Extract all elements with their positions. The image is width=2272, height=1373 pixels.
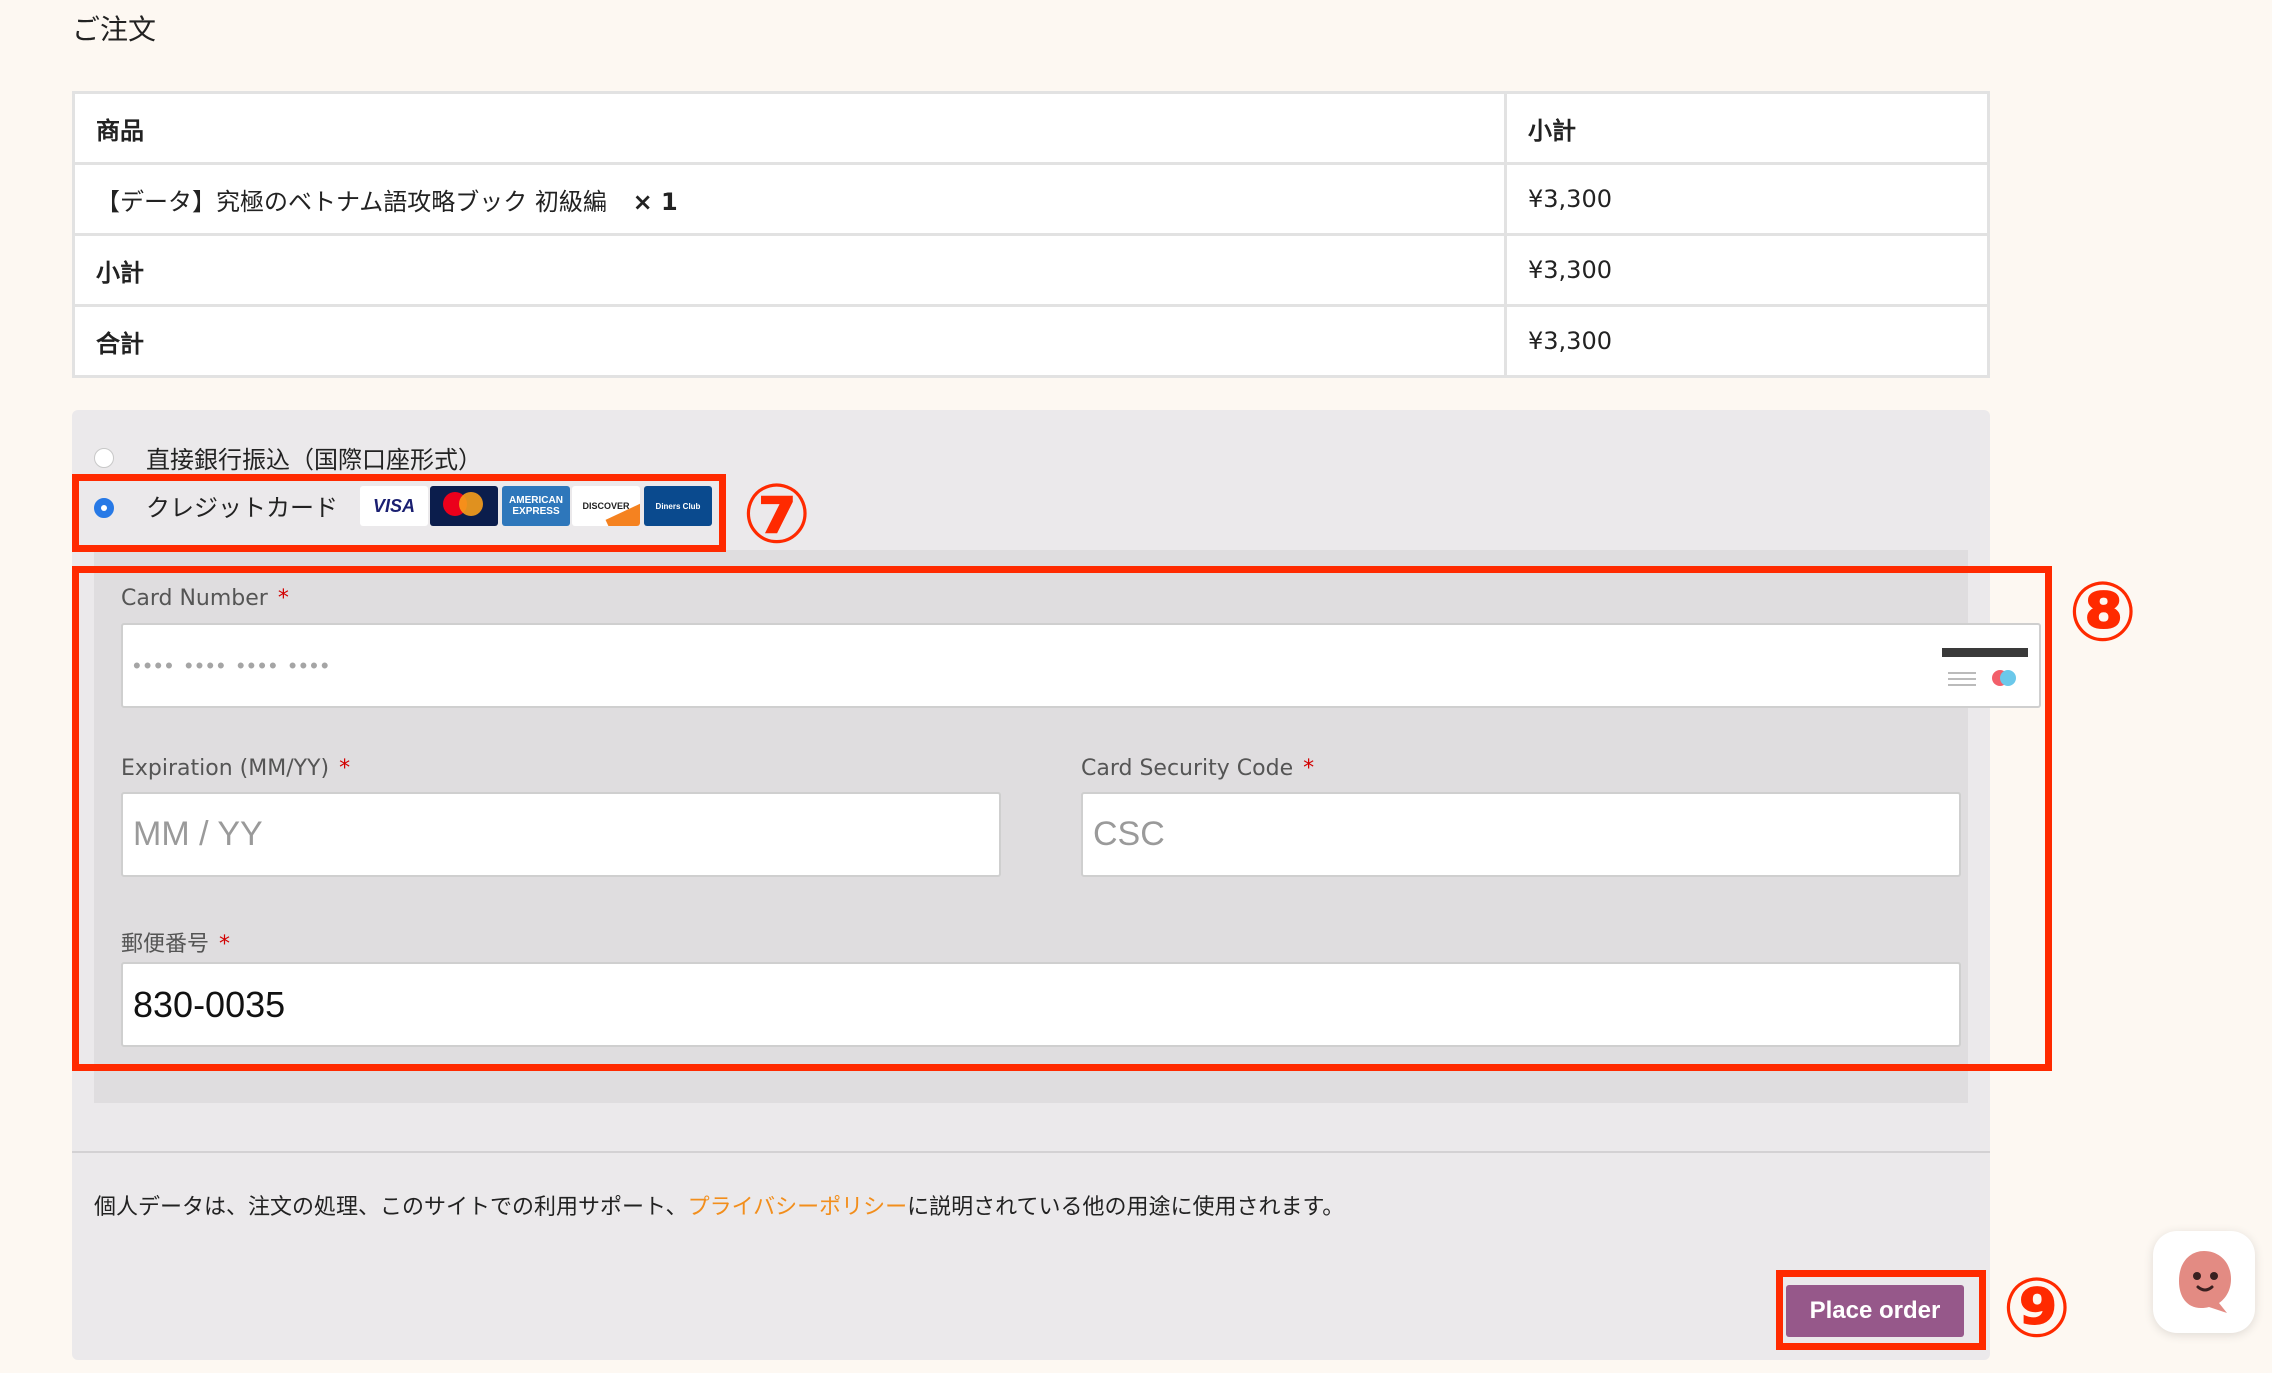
total-value: ¥3,300	[1504, 304, 1990, 378]
table-row: 合計 ¥3,300	[72, 304, 1990, 378]
highlight-box-9	[1776, 1270, 1986, 1350]
privacy-notice: 個人データは、注文の処理、このサイトでの利用サポート、プライバシーポリシーに説明…	[94, 1195, 1345, 1220]
chat-widget-button[interactable]	[2153, 1231, 2255, 1333]
highlight-box-7	[72, 474, 726, 552]
header-subtotal: 小計	[1504, 91, 1990, 165]
product-name: 【データ】究極のベトナム語攻略ブック 初級編	[96, 187, 607, 216]
chat-face-icon	[2179, 1251, 2231, 1313]
product-quantity: × 1	[632, 187, 678, 216]
table-row: 小計 ¥3,300	[72, 233, 1990, 307]
total-label: 合計	[72, 304, 1507, 378]
order-table: 商品 小計 【データ】究極のベトナム語攻略ブック 初級編 × 1 ¥3,300 …	[72, 91, 1990, 378]
page-title: ご注文	[72, 13, 157, 46]
table-row: 【データ】究極のベトナム語攻略ブック 初級編 × 1 ¥3,300	[72, 162, 1990, 236]
table-header-row: 商品 小計	[72, 91, 1990, 165]
product-price: ¥3,300	[1504, 162, 1990, 236]
annotation-9: ⑨	[2002, 1261, 2072, 1356]
product-cell: 【データ】究極のベトナム語攻略ブック 初級編 × 1	[72, 162, 1507, 236]
bank-transfer-label[interactable]: 直接銀行振込（国際口座形式）	[146, 440, 482, 475]
header-product: 商品	[72, 91, 1507, 165]
subtotal-value: ¥3,300	[1504, 233, 1990, 307]
privacy-policy-link[interactable]: プライバシーポリシー	[688, 1195, 908, 1220]
annotation-7: ⑦	[742, 467, 812, 562]
annotation-8: ⑧	[2068, 565, 2138, 660]
subtotal-label: 小計	[72, 233, 1507, 307]
divider	[72, 1151, 1990, 1153]
radio-bank-transfer[interactable]	[94, 448, 114, 468]
highlight-box-8	[72, 566, 2052, 1071]
